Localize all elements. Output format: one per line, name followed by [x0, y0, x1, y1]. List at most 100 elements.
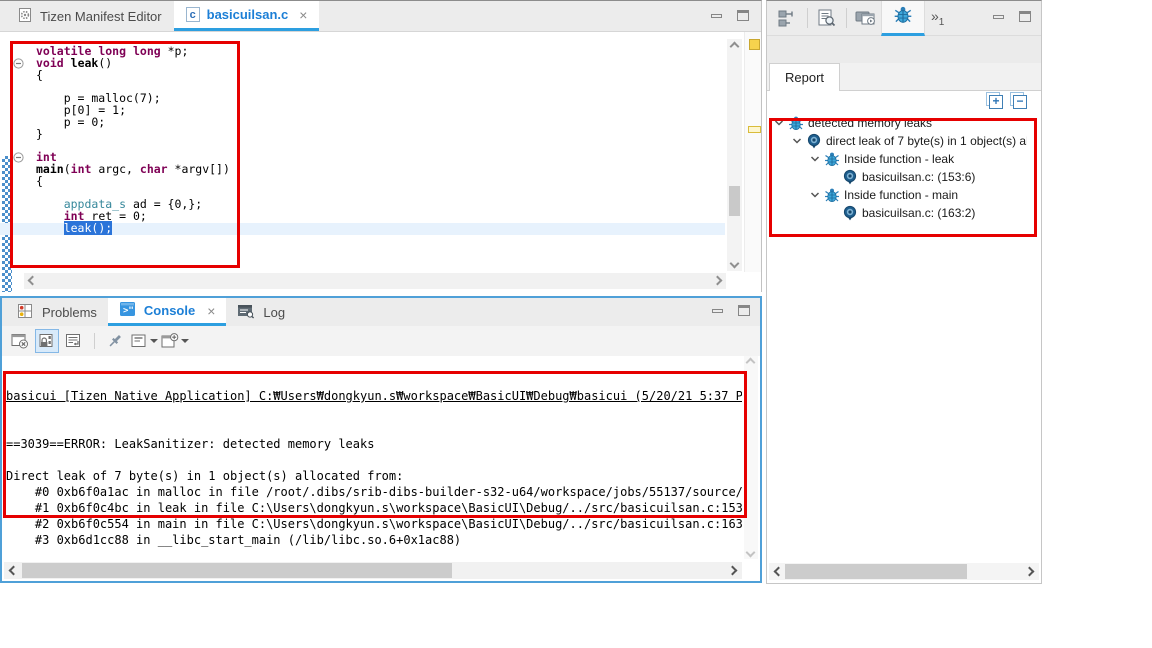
- display-selected-console-dropdown[interactable]: [130, 333, 158, 349]
- scrollbar-thumb[interactable]: [22, 563, 452, 578]
- tree-item[interactable]: basicuilsan.c: (153:6): [768, 168, 1027, 186]
- scroll-down-icon[interactable]: [746, 548, 756, 558]
- tree-item[interactable]: basicuilsan.c: (163:2): [768, 204, 1027, 222]
- code-line[interactable]: main(int argc, char *argv[]): [0, 164, 725, 176]
- close-icon[interactable]: ×: [207, 303, 215, 319]
- remove-launch-icon[interactable]: [8, 329, 32, 353]
- tab-basicuilsan-c[interactable]: c basicuilsan.c ×: [174, 1, 320, 31]
- scrollbar-thumb[interactable]: [729, 186, 740, 216]
- code-line[interactable]: [0, 140, 725, 152]
- scroll-left-icon[interactable]: [28, 276, 38, 286]
- editor-window: Tizen Manifest Editor c basicuilsan.c × …: [0, 0, 762, 292]
- tab-report[interactable]: Report: [769, 63, 840, 91]
- report-tree: detected memory leaks direct leak of 7 by…: [768, 114, 1027, 559]
- chevron-down-icon[interactable]: [790, 134, 804, 148]
- panel-toolbar: »1: [767, 1, 1041, 36]
- tab-label: Console: [144, 303, 195, 318]
- analyzer-panel: »1 Report + − detected memory leaks direc…: [766, 0, 1042, 584]
- maximize-icon[interactable]: [738, 305, 750, 316]
- code-line[interactable]: }: [0, 129, 725, 141]
- scroll-right-icon[interactable]: [728, 566, 738, 576]
- code-line[interactable]: {: [0, 70, 725, 82]
- minimize-icon[interactable]: [712, 309, 723, 313]
- console-line: #3 0xb6d1cc88 in __libc_start_main (/lib…: [6, 532, 742, 548]
- pin-console-icon[interactable]: [103, 329, 127, 353]
- location-marker-icon: [842, 169, 858, 185]
- scroll-left-icon[interactable]: [9, 566, 19, 576]
- scroll-lock-icon[interactable]: [35, 329, 59, 353]
- console-vertical-scrollbar[interactable]: [744, 356, 758, 559]
- code-line[interactable]: {: [0, 176, 725, 188]
- report-tabbar: Report: [767, 63, 1041, 91]
- tree-item[interactable]: Inside function - main: [768, 186, 1027, 204]
- chevron-down-icon[interactable]: [808, 152, 822, 166]
- console-line: Direct leak of 7 byte(s) in 1 object(s) …: [6, 468, 742, 484]
- panel-horizontal-scrollbar[interactable]: [769, 563, 1039, 580]
- tab-log[interactable]: Log: [226, 298, 296, 326]
- location-marker-icon: [806, 133, 822, 149]
- tree-item-label: direct leak of 7 byte(s) in 1 object(s) …: [826, 134, 1027, 148]
- console-tabbar: Problems >" Console × Log: [2, 298, 760, 326]
- occurrence-marker[interactable]: [748, 126, 761, 133]
- expand-all-icon[interactable]: +: [989, 95, 1003, 109]
- editor-tabbar: Tizen Manifest Editor c basicuilsan.c ×: [0, 1, 761, 32]
- log-icon: [237, 303, 255, 322]
- word-wrap-icon[interactable]: [62, 329, 86, 353]
- console-lines: ==3039==ERROR: LeakSanitizer: detected m…: [6, 436, 742, 559]
- tab-label: basicuilsan.c: [207, 7, 289, 22]
- leak-sanitizer-view-tab[interactable]: [881, 1, 925, 36]
- tree-item-label: Inside function - main: [844, 188, 958, 202]
- report-search-view-icon[interactable]: [812, 4, 842, 32]
- open-console-dropdown[interactable]: [161, 333, 189, 349]
- editor-vertical-scrollbar[interactable]: [727, 39, 742, 271]
- tab-console[interactable]: >" Console ×: [108, 298, 226, 326]
- tab-label: Report: [785, 70, 824, 85]
- chevron-down-icon[interactable]: [808, 188, 822, 202]
- console-window-controls: [712, 305, 750, 316]
- occurrence-marker[interactable]: [749, 39, 760, 50]
- maximize-icon[interactable]: [1019, 11, 1031, 22]
- close-icon[interactable]: ×: [299, 7, 307, 23]
- scroll-up-icon[interactable]: [746, 358, 756, 368]
- tree-item-label: basicuilsan.c: (153:6): [862, 170, 975, 184]
- tree-item[interactable]: Inside function - leak: [768, 150, 1027, 168]
- code-line[interactable]: void leak(): [0, 58, 725, 70]
- code-line[interactable]: leak();: [0, 223, 725, 235]
- manifest-editor-icon: [18, 7, 33, 26]
- code-line[interactable]: p[0] = 1;: [0, 105, 725, 117]
- tab-tizen-manifest-editor[interactable]: Tizen Manifest Editor: [6, 1, 174, 31]
- tab-label: Tizen Manifest Editor: [40, 9, 162, 24]
- fold-collapse-icon[interactable]: [13, 152, 25, 163]
- code-editor[interactable]: volatile long long *p;void leak(){ p = m…: [0, 32, 761, 292]
- more-views-badge[interactable]: »1: [931, 8, 944, 28]
- bug-icon: [824, 187, 840, 203]
- scroll-right-icon[interactable]: [713, 276, 723, 286]
- tree-hierarchy-view-icon[interactable]: [773, 4, 803, 32]
- tab-problems[interactable]: Problems: [6, 298, 108, 326]
- code-line[interactable]: p = 0;: [0, 117, 725, 129]
- maximize-icon[interactable]: [737, 10, 749, 21]
- console-output[interactable]: basicui [Tizen Native Application] C:₩Us…: [3, 356, 742, 559]
- minimize-icon[interactable]: [993, 15, 1004, 19]
- minimize-icon[interactable]: [711, 14, 722, 18]
- fold-collapse-icon[interactable]: [13, 58, 25, 69]
- divider: [94, 333, 95, 349]
- scrollbar-thumb[interactable]: [785, 564, 967, 579]
- scroll-down-icon[interactable]: [730, 259, 740, 269]
- editor-horizontal-scrollbar[interactable]: [24, 273, 726, 289]
- collapse-all-icon[interactable]: −: [1013, 95, 1027, 109]
- tree-item[interactable]: direct leak of 7 byte(s) in 1 object(s) …: [768, 132, 1027, 150]
- console-horizontal-scrollbar[interactable]: [4, 562, 742, 579]
- divider: [846, 8, 847, 28]
- console-line: ==3039==ERROR: LeakSanitizer: detected m…: [6, 436, 742, 452]
- tree-item[interactable]: detected memory leaks: [768, 114, 1027, 132]
- console-line: #1 0xb6f0c4bc in leak in file C:\Users\d…: [6, 500, 742, 516]
- chevron-down-icon: [181, 339, 189, 343]
- scroll-left-icon[interactable]: [774, 567, 784, 577]
- scroll-up-icon[interactable]: [730, 42, 740, 52]
- chevron-down-icon[interactable]: [772, 116, 786, 130]
- run-window-view-icon[interactable]: [851, 4, 881, 32]
- console-line: #0 0xb6f0a1ac in malloc in file /root/.d…: [6, 484, 742, 500]
- bug-icon: [788, 115, 804, 131]
- scroll-right-icon[interactable]: [1025, 567, 1035, 577]
